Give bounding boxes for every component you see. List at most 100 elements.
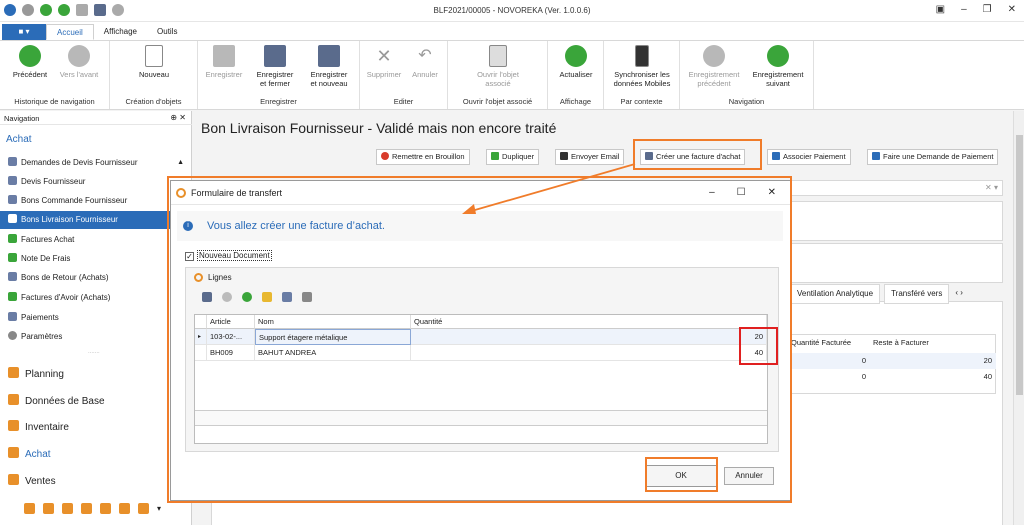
window-title: BLF2021/00005 - NOVOREKA (Ver. 1.0.0.6) — [433, 6, 591, 15]
tab-ventilation-analytique[interactable]: Ventilation Analytique — [790, 284, 881, 304]
nav-section-ventes[interactable]: Ventes — [0, 471, 192, 493]
header-quantite-facturee: Quantité Facturée — [791, 338, 852, 347]
nav-item-bons-commande[interactable]: Bons Commande Fournisseur — [0, 192, 192, 210]
data-icon — [8, 394, 19, 405]
window-controls: ▣ – ❐ ✕ — [936, 4, 1016, 15]
chevron-down-icon[interactable]: ▾ — [157, 503, 168, 514]
tools-icon[interactable] — [138, 503, 149, 514]
scrollbar-thumb[interactable] — [1016, 135, 1023, 395]
return-icon — [8, 272, 17, 281]
nav-item-note-frais[interactable]: Note De Frais — [0, 250, 192, 268]
nav-item-demandes-devis[interactable]: Demandes de Devis Fournisseur ▲ — [0, 154, 192, 172]
tab-scroll-arrows[interactable]: ‹ › — [953, 284, 965, 304]
enregistrement-suivant-button[interactable]: Enregistrement suivant — [746, 45, 810, 88]
arrow-right-icon — [68, 45, 90, 67]
screen-icon[interactable] — [81, 503, 92, 514]
nav-item-bons-livraison[interactable]: Bons Livraison Fournisseur — [0, 211, 192, 229]
demande-paiement-button[interactable]: Faire une Demande de Paiement — [867, 149, 999, 165]
nav-item-devis[interactable]: Devis Fournisseur — [0, 173, 192, 191]
group-label: Ouvrir l'objet associé — [462, 97, 533, 106]
book-icon[interactable] — [62, 503, 73, 514]
header-reste-facturer: Reste à Facturer — [873, 338, 929, 347]
layout-icon[interactable]: ▣ — [936, 4, 945, 15]
cancel-circle-icon — [381, 152, 389, 160]
nav-item-factures-achat[interactable]: Factures Achat — [0, 231, 192, 249]
background-field — [791, 201, 1003, 241]
group-historique: Précédent Vers l'avant Historique de nav… — [0, 41, 110, 109]
supprimer-button[interactable]: ✕ Supprimer — [364, 45, 404, 79]
nav-item-parametres[interactable]: Paramètres — [0, 328, 192, 346]
save-close-icon — [264, 45, 286, 67]
group-label: Par contexte — [620, 97, 663, 106]
nav-item-factures-avoir[interactable]: Factures d'Avoir (Achats) — [0, 289, 192, 307]
payment-request-icon — [872, 152, 880, 160]
nav-item-paiements[interactable]: Paiements — [0, 309, 192, 327]
pin-close-icons[interactable]: ⊕ ✕ — [170, 113, 186, 122]
nav-section-inventaire[interactable]: Inventaire — [0, 417, 192, 439]
enregistrer-button[interactable]: Enregistrer — [200, 45, 248, 79]
collapse-icon[interactable]: ▲ — [177, 154, 184, 172]
title-bar: BLF2021/00005 - NOVOREKA (Ver. 1.0.0.6) … — [0, 0, 1024, 22]
nav-section-title: Achat — [6, 134, 32, 145]
enregistrement-precedent-button[interactable]: Enregistrement précédent — [682, 45, 746, 88]
save-new-icon — [318, 45, 340, 67]
group-label: Création d'objets — [125, 97, 182, 106]
cell: 20 — [870, 353, 996, 369]
group-label: Affichage — [559, 97, 592, 106]
arrow-left-icon — [19, 45, 41, 67]
ribbon: Précédent Vers l'avant Historique de nav… — [0, 40, 1024, 110]
precedent-button[interactable]: Précédent — [8, 45, 52, 79]
group-label: Enregistrer — [260, 97, 297, 106]
group-enregistrer: Enregistrer Enregistrer et fermer Enregi… — [198, 41, 360, 109]
chart-icon[interactable] — [100, 503, 111, 514]
actualiser-button[interactable]: Actualiser — [552, 45, 600, 79]
group-creation: Nouveau Création d'objets — [110, 41, 198, 109]
payment-icon — [8, 312, 17, 321]
people-icon[interactable] — [119, 503, 130, 514]
refresh-icon — [565, 45, 587, 67]
vers-avant-button[interactable]: Vers l'avant — [54, 45, 104, 79]
cell: 0 — [861, 372, 866, 381]
splitter-grip[interactable]: ∙∙∙∙∙∙∙ — [88, 350, 100, 356]
group-label: Historique de navigation — [14, 97, 95, 106]
nav-item-bons-retour[interactable]: Bons de Retour (Achats) — [0, 269, 192, 287]
navigation-panel: Navigation ⊕ ✕ Achat Demandes de Devis Fo… — [0, 111, 192, 525]
duplicate-icon — [491, 152, 499, 160]
order-icon — [8, 195, 17, 204]
group-label: Editer — [393, 97, 414, 106]
file-menu-button[interactable]: ■ ▾ — [2, 24, 46, 40]
group-contexte: Synchroniser les données Mobiles Par con… — [604, 41, 680, 109]
nav-section-planning[interactable]: Planning — [0, 364, 192, 386]
folder-icon[interactable] — [24, 503, 35, 514]
enregistrer-fermer-button[interactable]: Enregistrer et fermer — [250, 45, 300, 88]
clipboard-icon[interactable] — [43, 503, 54, 514]
credit-note-icon — [8, 292, 17, 301]
background-dropdown[interactable]: ✕ ▾ — [791, 180, 1003, 196]
new-document-icon — [145, 45, 163, 67]
enregistrer-nouveau-button[interactable]: Enregistrer et nouveau — [302, 45, 356, 88]
tab-outils[interactable]: Outils — [147, 24, 187, 40]
background-field — [791, 243, 1003, 283]
ouvrir-objet-button[interactable]: Ouvrir l'objet associé — [462, 45, 534, 88]
nav-section-donnees[interactable]: Données de Base — [0, 391, 192, 413]
nouveau-button[interactable]: Nouveau — [130, 45, 178, 79]
group-label: Navigation — [728, 97, 765, 106]
ok-highlight-box — [645, 457, 718, 492]
right-tabs: Ventilation Analytique Transféré vers ‹ … — [790, 284, 965, 304]
associer-paiement-button[interactable]: Associer Paiement — [767, 149, 851, 165]
synchroniser-button[interactable]: Synchroniser les données Mobiles — [606, 45, 678, 88]
tab-transfere-vers[interactable]: Transféré vers — [884, 284, 950, 304]
annuler-button[interactable]: ↶ Annuler — [406, 45, 444, 79]
email-icon — [560, 152, 568, 160]
group-ouvrir: Ouvrir l'objet associé Ouvrir l'objet as… — [448, 41, 548, 109]
tab-affichage[interactable]: Affichage — [94, 24, 147, 40]
main-scrollbar[interactable] — [1013, 111, 1024, 525]
dropdown-controls[interactable]: ✕ ▾ — [985, 183, 998, 192]
restore-icon[interactable]: ❐ — [983, 4, 992, 15]
close-icon[interactable]: ✕ — [1008, 4, 1016, 15]
group-affichage: Actualiser Affichage — [548, 41, 604, 109]
tab-accueil[interactable]: Accueil — [46, 24, 94, 40]
minimize-icon[interactable]: – — [961, 4, 967, 15]
nav-collapsed-icons: ▾ — [24, 503, 168, 514]
nav-section-achat[interactable]: Achat — [0, 444, 192, 466]
